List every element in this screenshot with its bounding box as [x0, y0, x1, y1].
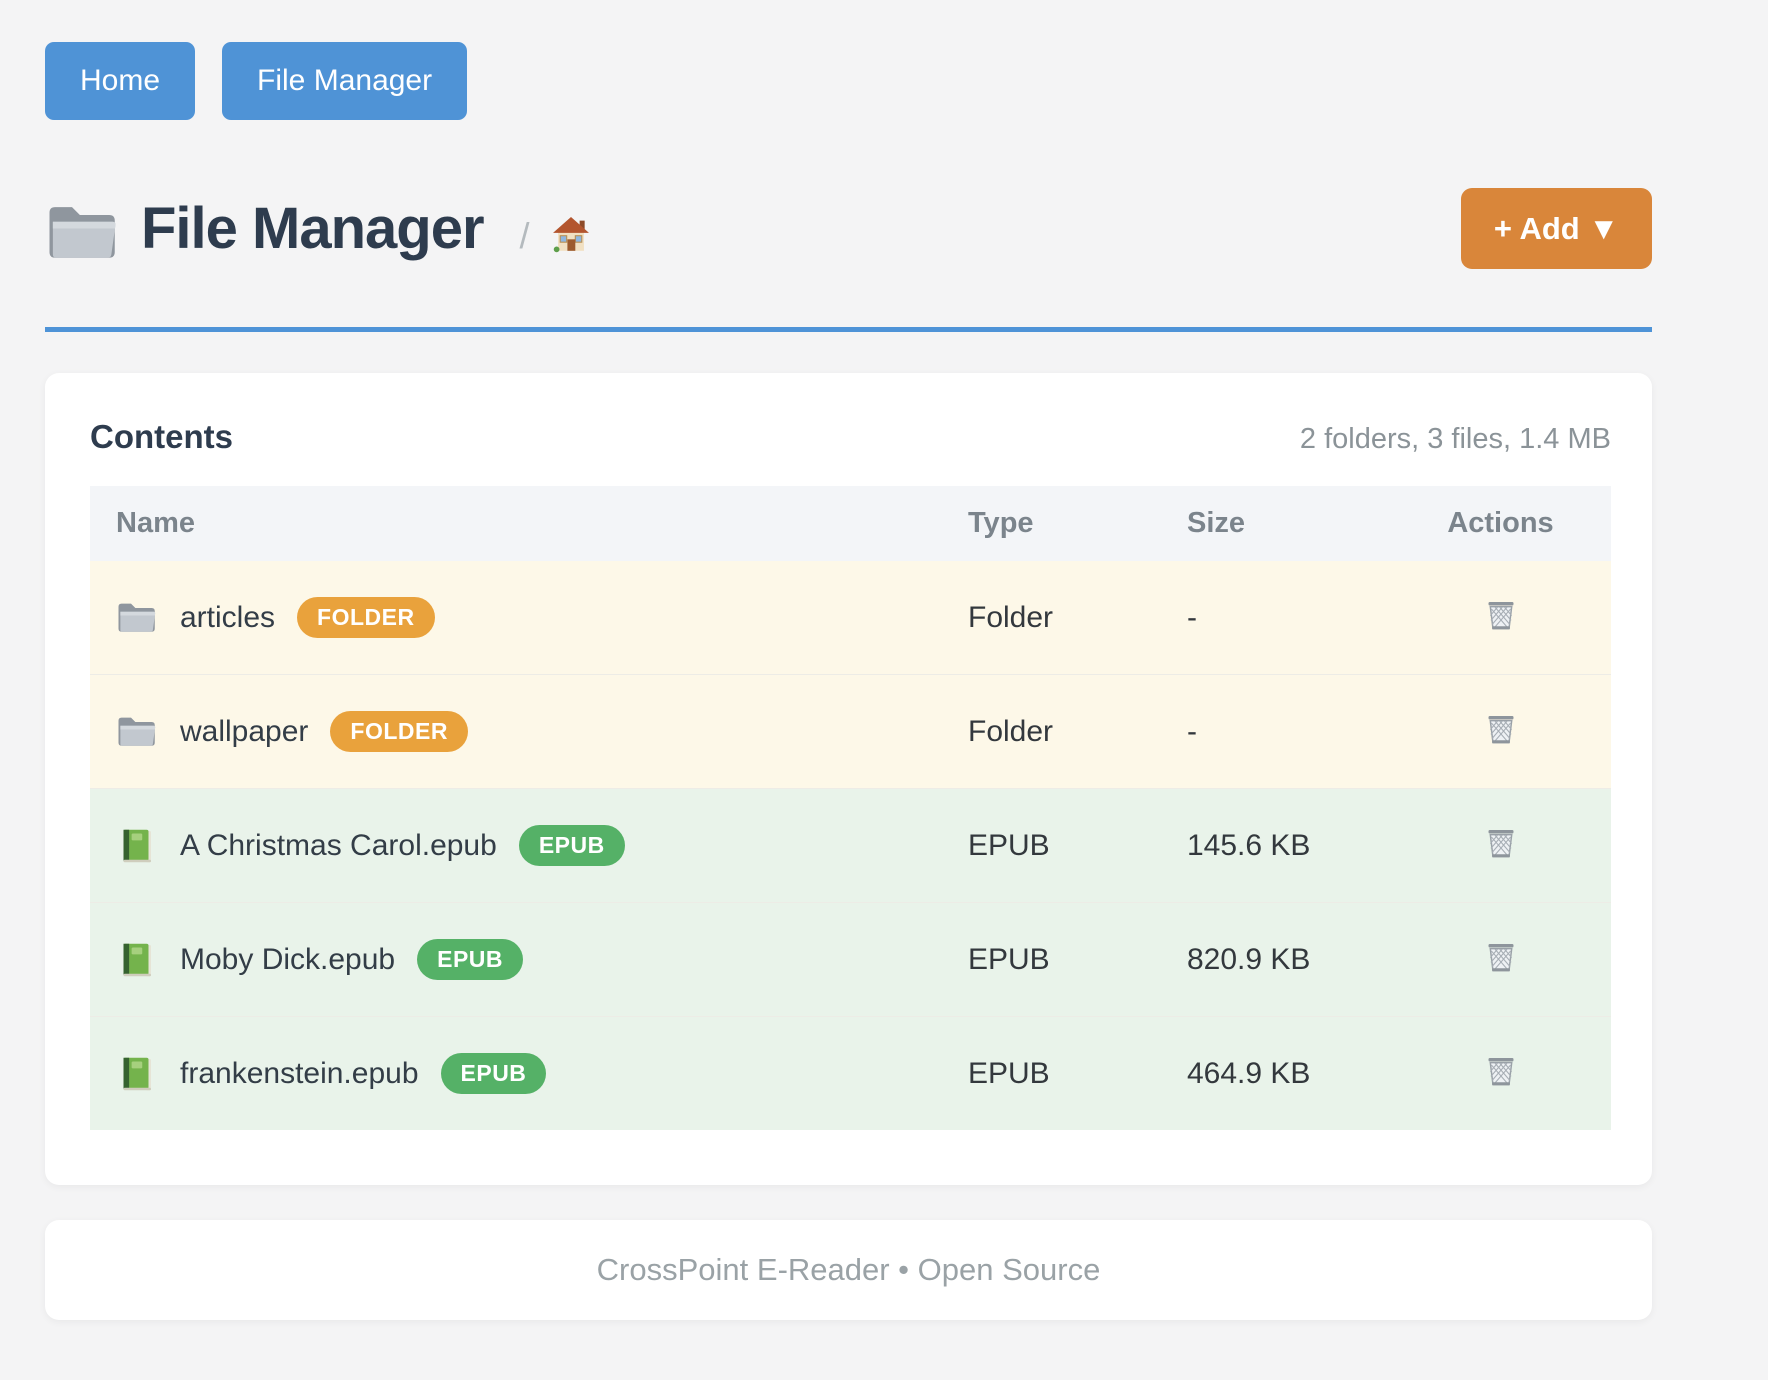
- file-actions-cell: [1390, 821, 1611, 870]
- file-name-cell: wallpaper FOLDER: [90, 711, 955, 752]
- file-type-badge: FOLDER: [330, 711, 468, 752]
- table-row: A Christmas Carol.epub EPUB EPUB 145.6 K…: [90, 788, 1611, 902]
- delete-button[interactable]: [1478, 1049, 1524, 1095]
- trash-icon: [1482, 824, 1520, 865]
- file-actions-cell: [1390, 935, 1611, 984]
- file-size-cell: -: [1175, 601, 1390, 635]
- file-type-badge: EPUB: [441, 1053, 547, 1094]
- file-actions-cell: [1390, 593, 1611, 642]
- footer-text: CrossPoint E-Reader • Open Source: [597, 1252, 1101, 1288]
- add-button[interactable]: + Add ▼: [1461, 188, 1652, 269]
- breadcrumb-separator: /: [520, 215, 530, 257]
- file-table-body: articles FOLDER Folder - wallpaper: [90, 561, 1611, 1130]
- table-row: articles FOLDER Folder -: [90, 561, 1611, 674]
- file-table-header-row: Name Type Size Actions: [90, 486, 1611, 561]
- folder-icon: [45, 197, 117, 261]
- nav-file-manager-button[interactable]: File Manager: [222, 42, 467, 120]
- delete-button[interactable]: [1478, 593, 1524, 639]
- file-table: Name Type Size Actions articles FOLDER F…: [90, 486, 1611, 1130]
- green-book-icon: [116, 826, 156, 866]
- file-type-badge: FOLDER: [297, 597, 435, 638]
- file-name-link[interactable]: Moby Dick.epub: [180, 943, 395, 977]
- file-name-cell: articles FOLDER: [90, 597, 955, 638]
- nav-home-button[interactable]: Home: [45, 42, 195, 120]
- trash-icon: [1482, 938, 1520, 979]
- file-type-badge: EPUB: [417, 939, 523, 980]
- file-name-link[interactable]: A Christmas Carol.epub: [180, 829, 497, 863]
- file-name-cell: A Christmas Carol.epub EPUB: [90, 825, 955, 866]
- page: Home File Manager File Manager / + Add ▼: [0, 0, 1768, 1320]
- top-nav: Home File Manager: [45, 42, 1652, 120]
- column-header-type: Type: [955, 507, 1175, 540]
- delete-button[interactable]: [1478, 935, 1524, 981]
- file-size-cell: -: [1175, 715, 1390, 749]
- contents-title: Contents: [90, 418, 233, 456]
- file-type-cell: Folder: [955, 601, 1175, 635]
- file-name-link[interactable]: wallpaper: [180, 715, 308, 749]
- file-type-badge: EPUB: [519, 825, 625, 866]
- file-actions-cell: [1390, 1049, 1611, 1098]
- delete-button[interactable]: [1478, 821, 1524, 867]
- folder-icon: [116, 712, 156, 752]
- file-name-link[interactable]: articles: [180, 601, 275, 635]
- column-header-name: Name: [90, 507, 955, 540]
- table-row: wallpaper FOLDER Folder -: [90, 674, 1611, 788]
- contents-card-header: Contents 2 folders, 3 files, 1.4 MB: [90, 418, 1611, 456]
- header-divider: [45, 327, 1652, 332]
- file-type-cell: EPUB: [955, 829, 1175, 863]
- green-book-icon: [116, 940, 156, 980]
- table-row: Moby Dick.epub EPUB EPUB 820.9 KB: [90, 902, 1611, 1016]
- file-size-cell: 820.9 KB: [1175, 943, 1390, 977]
- trash-icon: [1482, 1052, 1520, 1093]
- delete-button[interactable]: [1478, 707, 1524, 753]
- page-header: File Manager / + Add ▼: [45, 188, 1652, 269]
- column-header-actions: Actions: [1390, 507, 1611, 540]
- file-name-cell: frankenstein.epub EPUB: [90, 1053, 955, 1094]
- file-type-cell: EPUB: [955, 1057, 1175, 1091]
- title-group: File Manager /: [45, 195, 594, 262]
- green-book-icon: [116, 1054, 156, 1094]
- file-type-cell: Folder: [955, 715, 1175, 749]
- contents-card: Contents 2 folders, 3 files, 1.4 MB Name…: [45, 373, 1652, 1185]
- page-title: File Manager: [141, 195, 484, 262]
- file-name-link[interactable]: frankenstein.epub: [180, 1057, 419, 1091]
- file-actions-cell: [1390, 707, 1611, 756]
- table-row: frankenstein.epub EPUB EPUB 464.9 KB: [90, 1016, 1611, 1130]
- trash-icon: [1482, 596, 1520, 637]
- file-size-cell: 145.6 KB: [1175, 829, 1390, 863]
- column-header-size: Size: [1175, 507, 1390, 540]
- file-name-cell: Moby Dick.epub EPUB: [90, 939, 955, 980]
- file-size-cell: 464.9 KB: [1175, 1057, 1390, 1091]
- trash-icon: [1482, 710, 1520, 751]
- file-type-cell: EPUB: [955, 943, 1175, 977]
- contents-summary: 2 folders, 3 files, 1.4 MB: [1300, 423, 1611, 456]
- folder-icon: [116, 598, 156, 638]
- footer-card: CrossPoint E-Reader • Open Source: [45, 1220, 1652, 1320]
- house-icon[interactable]: [548, 212, 594, 256]
